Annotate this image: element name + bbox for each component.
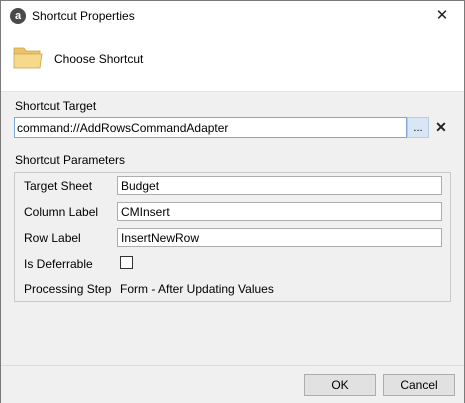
row-label-label: Row Label: [24, 231, 81, 245]
shortcut-properties-dialog: a Shortcut Properties ✕ Choose Shortcut …: [0, 0, 465, 403]
processing-step-value: Form - After Updating Values: [120, 282, 274, 296]
dialog-content: Shortcut Target ... ✕ Shortcut Parameter…: [1, 91, 464, 365]
shortcut-parameters-label: Shortcut Parameters: [15, 153, 126, 167]
row-label-field[interactable]: InsertNewRow: [117, 228, 442, 247]
shortcut-target-input[interactable]: [14, 117, 407, 138]
target-sheet-label: Target Sheet: [24, 179, 93, 193]
is-deferrable-checkbox[interactable]: [120, 256, 133, 269]
clear-target-button[interactable]: ✕: [433, 119, 449, 135]
browse-button[interactable]: ...: [407, 117, 429, 138]
ok-button[interactable]: OK: [304, 374, 376, 396]
cancel-button[interactable]: Cancel: [383, 374, 455, 396]
header-label: Choose Shortcut: [54, 52, 144, 66]
dialog-title: Shortcut Properties: [32, 9, 135, 23]
processing-step-label: Processing Step: [24, 282, 112, 296]
folder-icon: [13, 47, 43, 69]
column-label-field[interactable]: CMInsert: [117, 202, 442, 221]
dialog-footer: OK Cancel: [1, 365, 464, 403]
close-button[interactable]: ✕: [432, 5, 452, 25]
target-sheet-field[interactable]: Budget: [117, 176, 442, 195]
title-bar: a Shortcut Properties ✕: [1, 1, 464, 31]
parameters-panel: Target Sheet Budget Column Label CMInser…: [14, 172, 451, 302]
is-deferrable-label: Is Deferrable: [24, 257, 93, 271]
dialog-header: Choose Shortcut: [1, 31, 464, 91]
column-label-label: Column Label: [24, 205, 99, 219]
shortcut-target-label: Shortcut Target: [15, 99, 97, 113]
app-logo-icon: a: [10, 8, 26, 24]
